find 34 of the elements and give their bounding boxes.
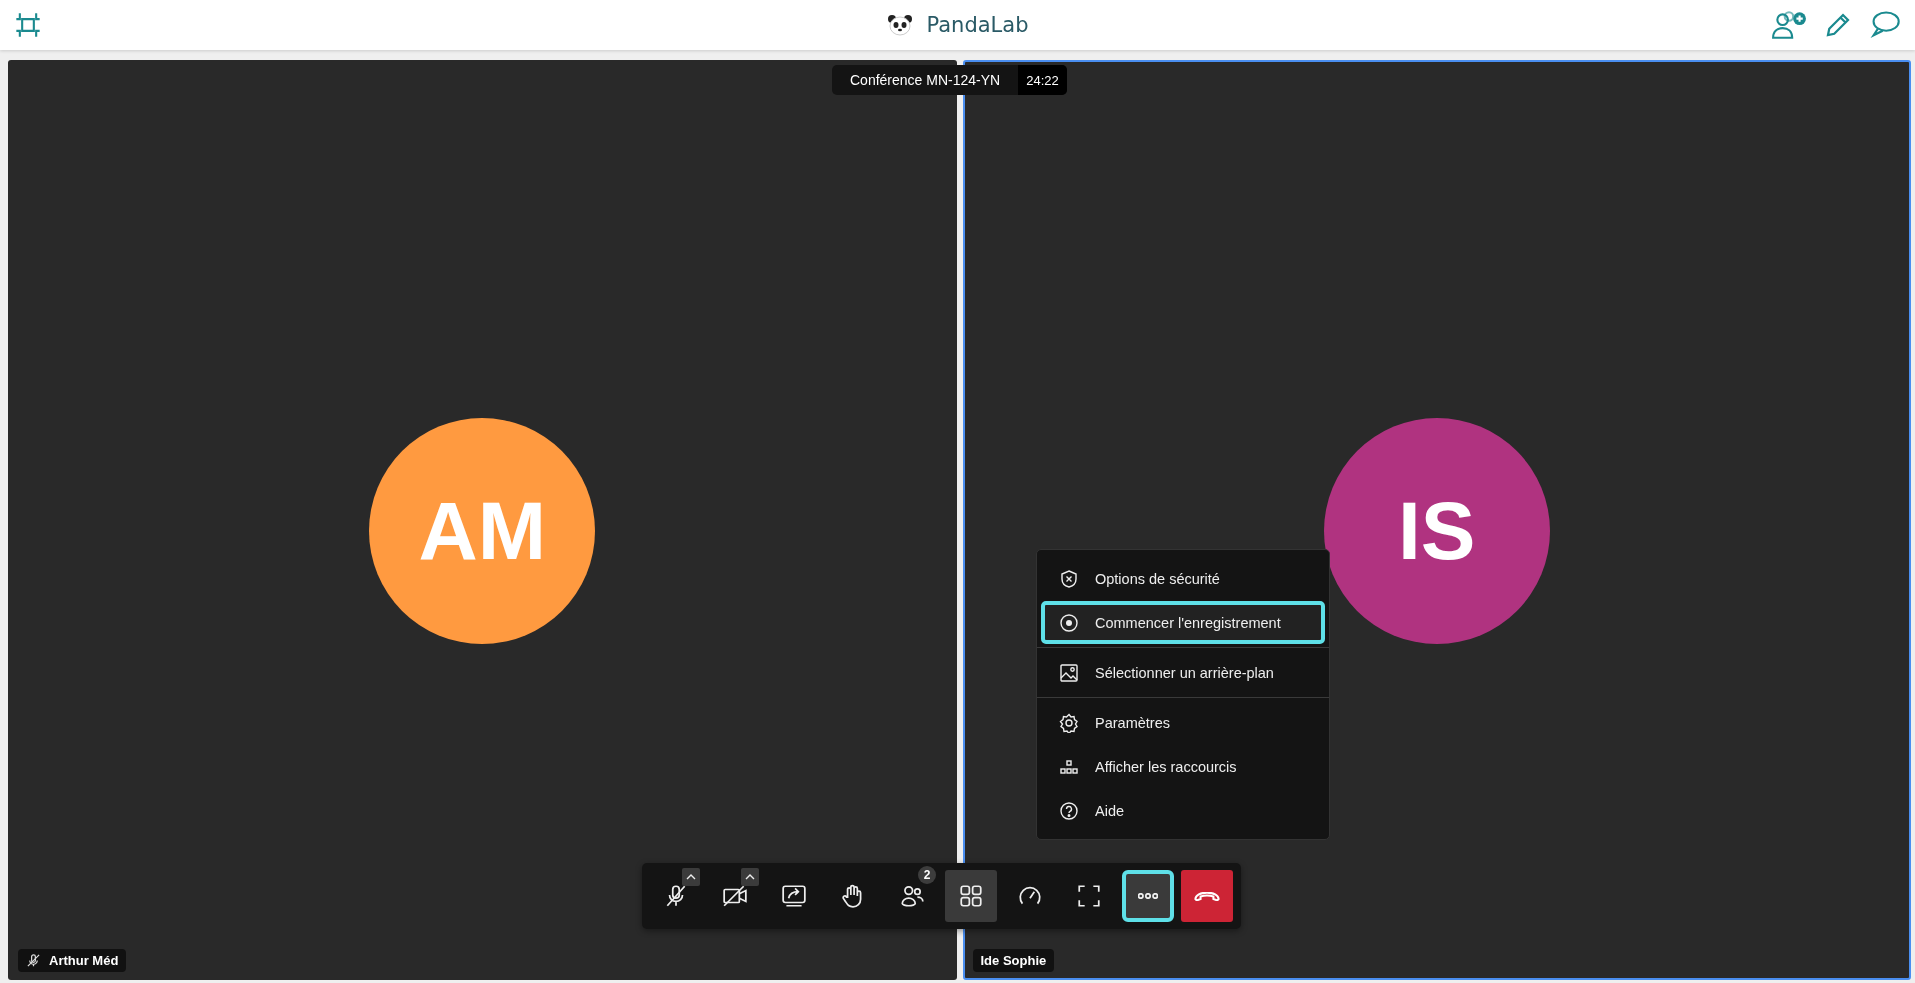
participant-name: Arthur Méd [49, 953, 119, 968]
menu-item[interactable]: Sélectionner un arrière-plan [1041, 651, 1325, 694]
panda-logo-icon [886, 14, 913, 36]
count-badge: 2 [918, 866, 936, 884]
menu-item[interactable]: Afficher les raccourcis [1041, 745, 1325, 788]
phone-icon [1194, 891, 1220, 901]
grid-icon [958, 883, 984, 909]
camera-off-icon [722, 883, 748, 909]
menu-item[interactable]: Commencer l'enregistrement [1041, 601, 1325, 644]
fullscreen-icon [1076, 883, 1102, 909]
toolbar-button[interactable] [1122, 870, 1174, 922]
toolbar-button[interactable] [945, 870, 997, 922]
image-icon [1059, 662, 1079, 683]
screen-share-icon [781, 883, 807, 909]
shield-icon [1059, 568, 1079, 589]
participants-icon [899, 883, 925, 909]
settings-icon [1059, 712, 1079, 733]
add-user-icon[interactable] [1771, 10, 1807, 40]
layout-icon[interactable] [14, 11, 42, 39]
caret-icon[interactable] [682, 868, 700, 886]
chat-icon[interactable] [1869, 10, 1901, 40]
avatar: IS [1323, 418, 1550, 644]
more-icon [1138, 893, 1158, 899]
app-title: PandaLab [926, 13, 1029, 37]
help-icon [1059, 800, 1079, 821]
participant-name: Ide Sophie [980, 953, 1047, 968]
conference-title: Conférence MN-124-YN [849, 72, 1002, 88]
avatar: AM [369, 418, 596, 644]
menu-item[interactable]: Paramètres [1041, 701, 1325, 744]
menu-item[interactable]: Aide [1041, 789, 1325, 832]
call-timer: 24:22 [1018, 65, 1067, 95]
menu-item[interactable]: Options de sécurité [1041, 557, 1325, 600]
caret-icon[interactable] [741, 868, 759, 886]
record-icon [1059, 612, 1079, 633]
